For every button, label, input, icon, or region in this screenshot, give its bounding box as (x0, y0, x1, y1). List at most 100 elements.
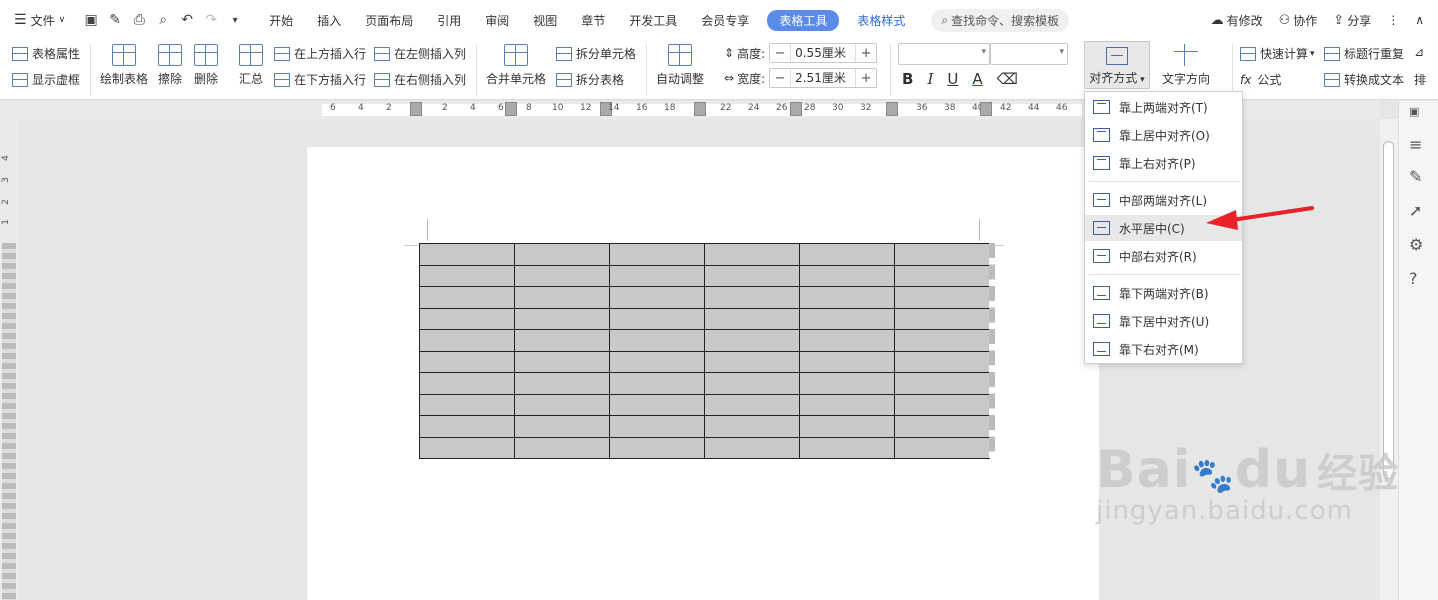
tab-insert[interactable]: 插入 (305, 12, 353, 29)
align-bottom-center-item[interactable]: 靠下居中对齐(U) (1085, 308, 1242, 334)
tab-references[interactable]: 引用 (425, 12, 473, 29)
table-cell[interactable] (419, 372, 515, 395)
ruler-column-marker[interactable] (886, 102, 898, 116)
text-direction-button[interactable]: 文字方向 (1162, 44, 1210, 87)
table-cell[interactable] (514, 350, 610, 373)
document-table[interactable] (419, 243, 990, 459)
collapse-ribbon-icon[interactable]: ∧ (1407, 13, 1432, 27)
table-resize-handle[interactable] (989, 243, 995, 458)
vertical-ruler[interactable]: 4 3 2 1 (0, 119, 18, 600)
table-cell[interactable] (894, 436, 990, 459)
customize-icon[interactable]: ▾ (223, 15, 247, 26)
table-cell[interactable] (419, 350, 515, 373)
table-cell[interactable] (799, 264, 895, 287)
auto-adjust-button[interactable]: 自动调整 (656, 44, 704, 87)
tab-page-layout[interactable]: 页面布局 (353, 12, 425, 29)
table-cell[interactable] (799, 286, 895, 309)
width-value[interactable]: 2.51厘米 (790, 69, 857, 87)
sidebar-toggle-icon[interactable]: ▣ (1409, 105, 1419, 118)
insert-col-right-button[interactable]: 在右侧插入列 (374, 71, 466, 88)
format-painter-icon[interactable]: ✎ (103, 12, 127, 28)
header-repeat-button[interactable]: 标题行重复 (1324, 45, 1404, 62)
pen-icon[interactable]: ✎ (1409, 167, 1422, 186)
table-cell[interactable] (704, 243, 800, 266)
table-cell[interactable] (609, 286, 705, 309)
table-cell[interactable] (514, 372, 610, 395)
table-cell[interactable] (799, 436, 895, 459)
table-cell[interactable] (704, 329, 800, 352)
table-cell[interactable] (514, 243, 610, 266)
align-bottom-right-item[interactable]: 靠下右对齐(M) (1085, 336, 1242, 362)
table-cell[interactable] (704, 415, 800, 438)
table-cell[interactable] (419, 436, 515, 459)
table-cell[interactable] (609, 436, 705, 459)
sort-button[interactable]: 排 (1414, 71, 1426, 88)
vertical-scrollbar[interactable] (1380, 119, 1398, 600)
table-cell[interactable] (894, 243, 990, 266)
table-cell[interactable] (514, 286, 610, 309)
table-cell[interactable] (894, 393, 990, 416)
table-cell[interactable] (514, 436, 610, 459)
table-cell[interactable] (894, 372, 990, 395)
table-cell[interactable] (514, 415, 610, 438)
table-cell[interactable] (419, 243, 515, 266)
help-icon[interactable]: ? (1409, 269, 1418, 288)
align-top-right-item[interactable]: 靠上右对齐(P) (1085, 150, 1242, 176)
summary-button[interactable]: 汇总 (239, 44, 263, 87)
align-middle-right-item[interactable]: 中部右对齐(R) (1085, 243, 1242, 269)
tab-section[interactable]: 章节 (569, 12, 617, 29)
cursor-icon[interactable]: ➚ (1409, 201, 1422, 220)
table-cell[interactable] (419, 329, 515, 352)
ruler-column-marker[interactable] (980, 102, 992, 116)
draw-table-button[interactable]: 绘制表格 (100, 44, 148, 87)
print-icon[interactable]: ⎙ (127, 12, 151, 28)
table-cell[interactable] (894, 264, 990, 287)
table-cell[interactable] (799, 415, 895, 438)
width-increase-button[interactable]: + (856, 71, 876, 86)
tab-table-style[interactable]: 表格样式 (845, 12, 917, 29)
height-increase-button[interactable]: + (856, 46, 876, 61)
font-family-select[interactable]: ▾ (898, 43, 990, 65)
table-cell[interactable] (609, 415, 705, 438)
align-bottom-justify-item[interactable]: 靠下两端对齐(B) (1085, 280, 1242, 306)
align-top-justify-item[interactable]: 靠上两端对齐(T) (1085, 94, 1242, 120)
table-cell[interactable] (609, 243, 705, 266)
ruler-column-marker[interactable] (790, 102, 802, 116)
table-cell[interactable] (514, 307, 610, 330)
merge-cells-button[interactable]: 合并单元格 (486, 44, 546, 87)
table-cell[interactable] (799, 393, 895, 416)
table-cell[interactable] (419, 264, 515, 287)
table-cell[interactable] (704, 264, 800, 287)
scrollbar-thumb[interactable] (1383, 141, 1394, 479)
tab-view[interactable]: 视图 (521, 12, 569, 29)
tab-review[interactable]: 审阅 (473, 12, 521, 29)
table-cell[interactable] (894, 329, 990, 352)
table-cell[interactable] (799, 372, 895, 395)
file-menu-button[interactable]: ☰ 文件 ∨ (0, 0, 73, 40)
document-page[interactable] (307, 147, 1099, 600)
command-search[interactable]: ⌕ 查找命令、搜索模板 (931, 8, 1070, 32)
table-cell[interactable] (704, 393, 800, 416)
height-decrease-button[interactable]: − (770, 46, 790, 61)
italic-icon[interactable]: I (927, 70, 933, 88)
table-cell[interactable] (799, 243, 895, 266)
collab-button[interactable]: ⚇ 协作 (1271, 12, 1326, 29)
highlight-icon[interactable]: ⌫ (997, 70, 1018, 88)
table-cell[interactable] (419, 307, 515, 330)
quick-calc-button[interactable]: 快速计算 ▾ (1240, 45, 1315, 62)
table-cell[interactable] (704, 350, 800, 373)
table-cell[interactable] (514, 264, 610, 287)
more-icon[interactable]: ⋮ (1379, 13, 1407, 27)
share-button[interactable]: ⇪ 分享 (1325, 12, 1379, 29)
redo-icon[interactable]: ↷ (199, 12, 223, 28)
table-properties-button[interactable]: 表格属性 (12, 45, 80, 62)
table-cell[interactable] (799, 350, 895, 373)
table-cell[interactable] (514, 393, 610, 416)
formula-button[interactable]: fx 公式 (1240, 71, 1281, 88)
tab-table-tools[interactable]: 表格工具 (767, 9, 840, 31)
table-cell[interactable] (894, 307, 990, 330)
modified-button[interactable]: ☁ 有修改 (1203, 12, 1271, 29)
table-cell[interactable] (609, 372, 705, 395)
column-width-stepper[interactable]: ⇔ 宽度: −2.51厘米 + (724, 68, 878, 88)
align-mode-button[interactable]: 对齐方式 ▾ (1084, 41, 1150, 89)
